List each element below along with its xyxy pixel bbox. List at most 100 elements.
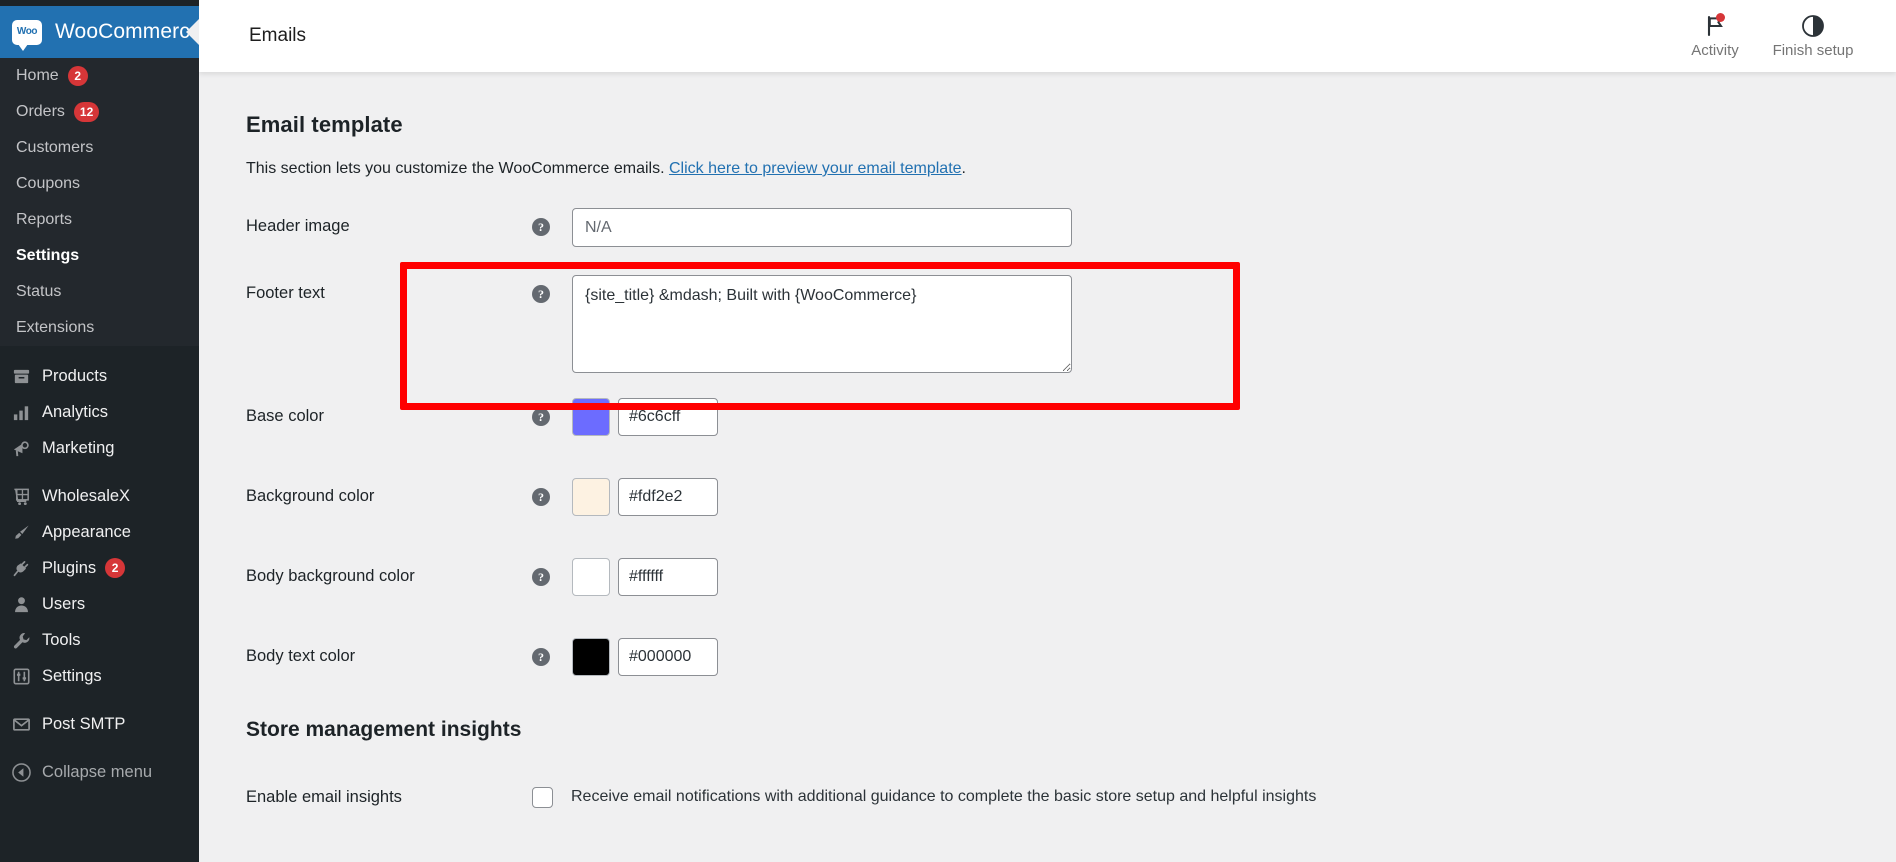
menu-group-commerce: Products Analytics Marketing	[0, 358, 199, 466]
marketing-icon	[11, 438, 32, 459]
users-icon	[11, 594, 32, 615]
sidebar-item-plugins[interactable]: Plugins 2	[0, 550, 199, 586]
field-row-enable-email-insights: Enable email insights Receive email noti…	[246, 777, 1896, 817]
field-row-background-color: Background color ?	[246, 478, 1896, 518]
woocommerce-logo-icon: Woo	[12, 19, 42, 51]
preview-email-template-link[interactable]: Click here to preview your email templat…	[669, 160, 962, 177]
sidebar-item-orders[interactable]: Orders 12	[0, 94, 199, 130]
help-icon-body-text-color[interactable]: ?	[532, 648, 550, 666]
enable-email-insights-label: Enable email insights	[246, 787, 402, 806]
body-background-color-control	[572, 558, 718, 596]
help-icon-background-color[interactable]: ?	[532, 488, 550, 506]
activity-button[interactable]: Activity	[1666, 13, 1764, 59]
help-icon-header-image[interactable]: ?	[532, 218, 550, 236]
sidebar-item-label: Plugins	[42, 558, 97, 577]
header-image-control	[572, 208, 1072, 247]
woocommerce-brand-header[interactable]: Woo WooCommerce	[0, 6, 199, 58]
page-topbar: Emails Activity Finish setup	[199, 0, 1896, 72]
sidebar-item-label: Home	[16, 67, 59, 84]
body-background-color-input[interactable]	[618, 558, 718, 596]
body-text-color-label: Body text color	[246, 647, 356, 665]
sidebar-item-post-smtp[interactable]: Post SMTP	[0, 706, 199, 742]
collapse-menu-label: Collapse menu	[42, 762, 153, 781]
description-text-before: This section lets you customize the WooC…	[246, 160, 669, 177]
base-color-label: Base color	[246, 407, 324, 425]
collapse-menu-button[interactable]: Collapse menu	[0, 754, 199, 790]
body-text-color-control	[572, 638, 718, 676]
wholesalex-icon	[11, 486, 32, 507]
activity-notification-dot	[1716, 13, 1725, 22]
body-background-color-label: Body background color	[246, 567, 415, 585]
sidebar-item-coupons[interactable]: Coupons	[0, 166, 199, 202]
collapse-arrow-icon	[11, 762, 32, 783]
body-text-color-swatch[interactable]	[572, 638, 610, 676]
help-icon-footer-text[interactable]: ?	[532, 285, 550, 303]
menu-divider-1	[0, 346, 199, 358]
field-row-body-text-color: Body text color ?	[246, 638, 1896, 678]
sidebar-item-label: Reports	[16, 211, 73, 228]
sidebar-item-customers[interactable]: Customers	[0, 130, 199, 166]
email-template-heading: Email template	[246, 112, 403, 137]
sidebar-item-tools[interactable]: Tools	[0, 622, 199, 658]
footer-text-label: Footer text	[246, 284, 325, 302]
sidebar-badge: 2	[105, 558, 126, 578]
main-region: Emails Activity Finish setup Email templ…	[199, 0, 1896, 862]
woo-logo-text: Woo	[16, 26, 38, 37]
sidebar-item-home[interactable]: Home 2	[0, 58, 199, 94]
finish-setup-label: Finish setup	[1772, 42, 1854, 59]
store-management-insights-heading: Store management insights	[246, 718, 522, 741]
sidebar-item-settings[interactable]: Settings	[0, 238, 199, 274]
email-template-description: This section lets you customize the WooC…	[246, 160, 1896, 178]
sidebar-item-reports[interactable]: Reports	[0, 202, 199, 238]
body-text-color-input[interactable]	[618, 638, 718, 676]
sidebar-item-label: Orders	[16, 103, 65, 120]
sidebar-item-label: Analytics	[42, 402, 109, 421]
woocommerce-submenu: Home 2 Orders 12 Customers Coupons Reports Sett…	[0, 58, 199, 346]
sidebar-item-marketing[interactable]: Marketing	[0, 430, 199, 466]
sidebar-item-extensions[interactable]: Extensions	[0, 310, 199, 346]
body-background-color-swatch[interactable]	[572, 558, 610, 596]
header-image-input[interactable]	[572, 208, 1072, 247]
background-color-control	[572, 478, 718, 516]
footer-text-textarea[interactable]	[572, 275, 1072, 373]
sidebar-item-wholesalex[interactable]: WholesaleX	[0, 478, 199, 514]
settings-content: Email template This section lets you cus…	[199, 72, 1896, 862]
sidebar-item-label: Appearance	[42, 522, 131, 541]
help-icon-body-background-color[interactable]: ?	[532, 568, 550, 586]
base-color-input[interactable]	[618, 398, 718, 436]
sidebar-item-products[interactable]: Products	[0, 358, 199, 394]
sidebar-item-users[interactable]: Users	[0, 586, 199, 622]
background-color-swatch[interactable]	[572, 478, 610, 516]
sidebar-item-label: Marketing	[42, 438, 115, 457]
half-circle-icon	[1801, 13, 1825, 39]
description-text-after: .	[961, 160, 966, 177]
sidebar-item-label: Products	[42, 366, 108, 385]
sidebar-item-status[interactable]: Status	[0, 274, 199, 310]
field-row-base-color: Base color ?	[246, 398, 1896, 438]
base-color-swatch[interactable]	[572, 398, 610, 436]
active-menu-notch	[186, 19, 199, 45]
sidebar-item-label: Settings	[16, 247, 80, 264]
menu-divider-2	[0, 466, 199, 478]
activity-label: Activity	[1691, 42, 1739, 59]
sidebar-item-label: WholesaleX	[42, 486, 131, 505]
field-row-body-background-color: Body background color ?	[246, 558, 1896, 598]
menu-group-plugins: Post SMTP	[0, 706, 199, 742]
sidebar-item-label: Users	[42, 594, 86, 613]
analytics-icon	[11, 402, 32, 423]
background-color-input[interactable]	[618, 478, 718, 516]
sidebar-item-label: Settings	[42, 666, 102, 685]
sidebar-item-settings[interactable]: Settings	[0, 658, 199, 694]
brand-label: WooCommerce	[55, 20, 199, 43]
sidebar-item-analytics[interactable]: Analytics	[0, 394, 199, 430]
help-icon-base-color[interactable]: ?	[532, 408, 550, 426]
sidebar-item-label: Status	[16, 283, 62, 300]
field-row-header-image: Header image ?	[246, 208, 1896, 248]
sidebar-item-label: Post SMTP	[42, 714, 126, 733]
admin-screen: Woo WooCommerce Home 2 Orders 12 Customers Co…	[0, 0, 1896, 862]
admin-sidebar: Woo WooCommerce Home 2 Orders 12 Customers Co…	[0, 0, 199, 862]
finish-setup-button[interactable]: Finish setup	[1764, 13, 1862, 59]
sidebar-item-appearance[interactable]: Appearance	[0, 514, 199, 550]
enable-email-insights-checkbox[interactable]	[532, 786, 553, 808]
sidebar-badge: 2	[67, 66, 88, 86]
